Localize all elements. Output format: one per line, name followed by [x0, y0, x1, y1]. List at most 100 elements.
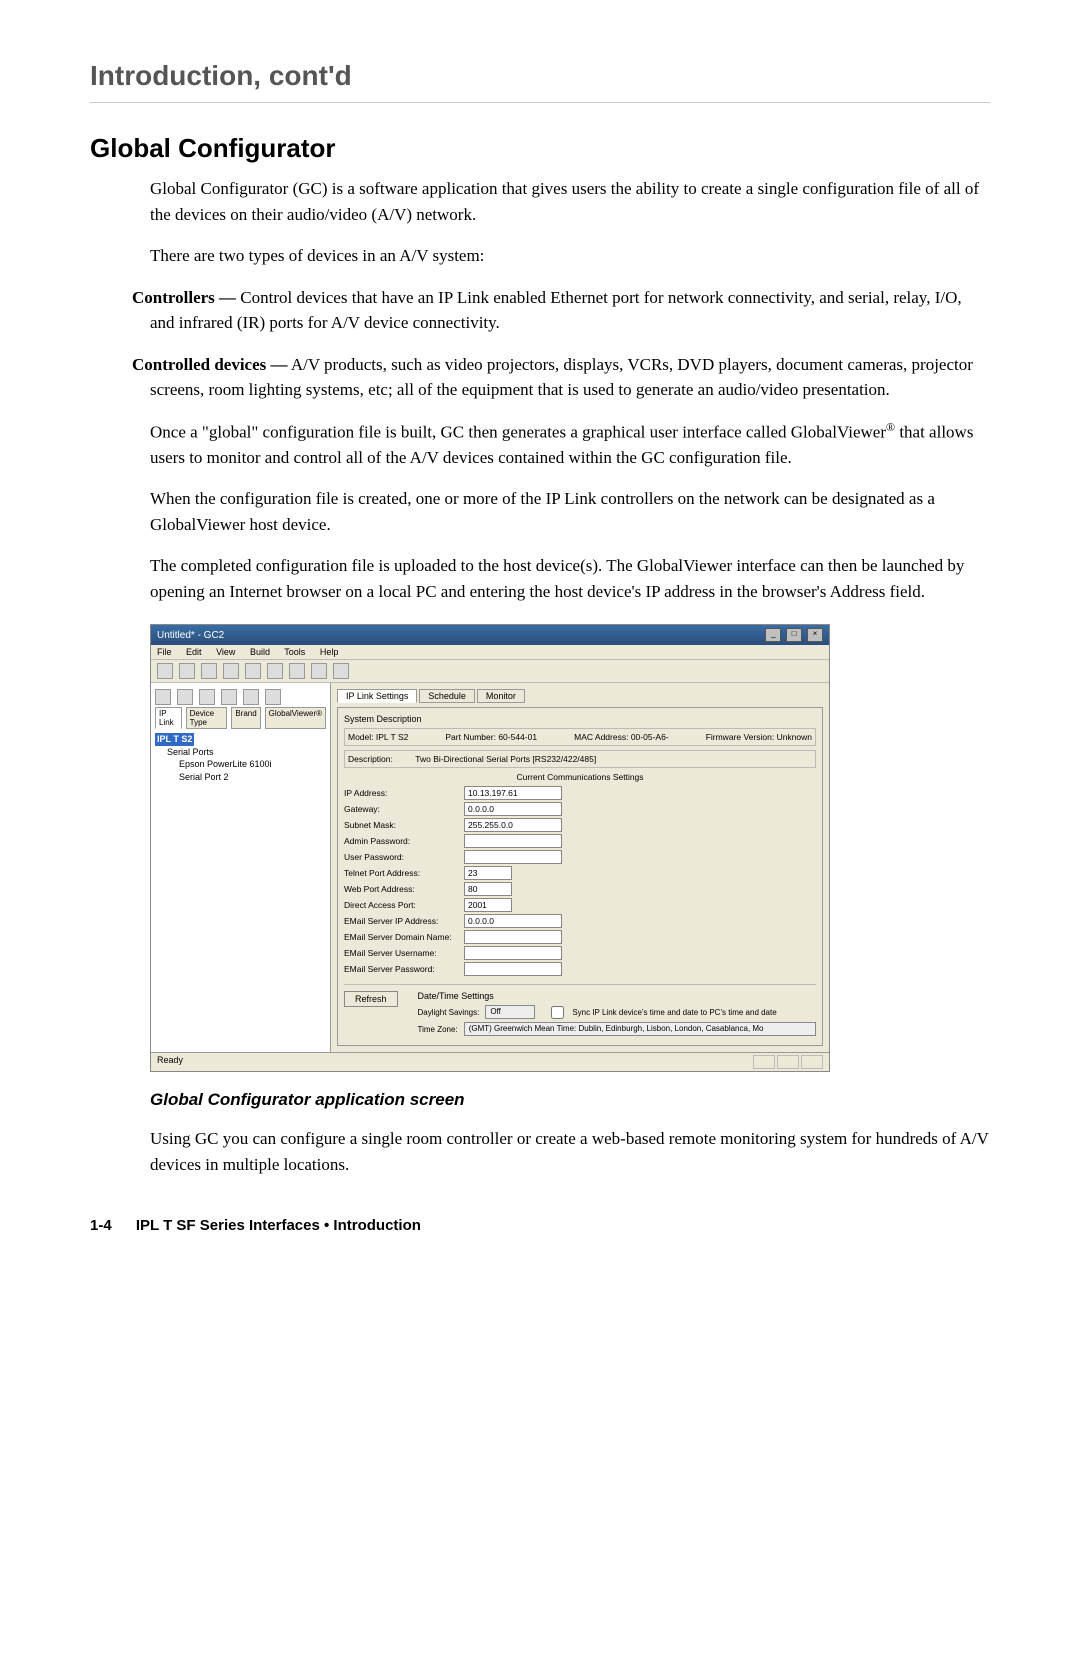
chapter-title: Introduction, cont'd [90, 60, 990, 103]
toolbar-icon[interactable] [311, 663, 327, 679]
timezone-select[interactable]: (GMT) Greenwich Mean Time: Dublin, Edinb… [464, 1022, 816, 1036]
refresh-button[interactable]: Refresh [344, 991, 398, 1007]
close-icon[interactable]: × [807, 628, 823, 642]
paragraph: The completed configuration file is uplo… [150, 553, 990, 604]
paragraph: Global Configurator (GC) is a software a… [150, 176, 990, 227]
right-tabs: IP Link Settings Schedule Monitor [337, 689, 823, 703]
direct-port-label: Direct Access Port: [344, 900, 464, 910]
tab-iplink-settings[interactable]: IP Link Settings [337, 689, 417, 703]
datetime-section: Refresh Date/Time Settings Daylight Savi… [344, 984, 816, 1039]
menu-file[interactable]: File [157, 647, 172, 657]
left-toolbar-icon[interactable] [199, 689, 215, 705]
left-toolbar-icon[interactable] [243, 689, 259, 705]
tree-item[interactable]: Epson PowerLite 6100i [179, 758, 326, 771]
telnet-field[interactable]: 23 [464, 866, 512, 880]
toolbar-icon[interactable] [333, 663, 349, 679]
tab-brand[interactable]: Brand [231, 707, 260, 729]
daylight-select[interactable]: Off [485, 1005, 535, 1019]
page-footer: 1-4 IPL T SF Series Interfaces • Introdu… [90, 1217, 990, 1234]
window-title: Untitled* - GC2 [157, 630, 224, 641]
ip-field[interactable]: 10.13.197.61 [464, 786, 562, 800]
tree-item[interactable]: Serial Ports [167, 746, 326, 759]
admin-pw-label: Admin Password: [344, 836, 464, 846]
footer-text: IPL T SF Series Interfaces • Introductio… [136, 1217, 421, 1234]
term: Controlled devices — [132, 355, 288, 374]
email-ip-label: EMail Server IP Address: [344, 916, 464, 926]
statusbar: Ready [151, 1052, 829, 1071]
datetime-header: Date/Time Settings [418, 991, 816, 1001]
toolbar-icon[interactable] [267, 663, 283, 679]
left-toolbar-icon[interactable] [221, 689, 237, 705]
settings-panel: System Description Model: IPL T S2 Part … [337, 707, 823, 1046]
maximize-icon[interactable]: □ [786, 628, 802, 642]
toolbar-icon[interactable] [179, 663, 195, 679]
tree-item[interactable]: Serial Port 2 [179, 771, 326, 784]
toolbar-icon[interactable] [289, 663, 305, 679]
toolbar [151, 660, 829, 683]
ip-label: IP Address: [344, 788, 464, 798]
telnet-label: Telnet Port Address: [344, 868, 464, 878]
email-domain-label: EMail Server Domain Name: [344, 932, 464, 942]
email-ip-field[interactable]: 0.0.0.0 [464, 914, 562, 928]
device-tree: IPL T S2 Serial Ports Epson PowerLite 61… [155, 733, 326, 783]
comm-settings-header: Current Communications Settings [344, 772, 816, 782]
toolbar-icon[interactable] [201, 663, 217, 679]
sync-label: Sync IP Link device's time and date to P… [572, 1008, 776, 1017]
tab-globalviewer[interactable]: GlobalViewer® [265, 707, 326, 729]
email-pw-field[interactable] [464, 962, 562, 976]
menu-view[interactable]: View [216, 647, 235, 657]
gateway-label: Gateway: [344, 804, 464, 814]
tree-root[interactable]: IPL T S2 [155, 733, 194, 746]
definition-controlled-devices: Controlled devices — A/V products, such … [150, 352, 990, 403]
menu-tools[interactable]: Tools [284, 647, 305, 657]
left-toolbar-icon[interactable] [155, 689, 171, 705]
gc-screenshot: Untitled* - GC2 _ □ × File Edit View Bui… [150, 624, 830, 1072]
minimize-icon[interactable]: _ [765, 628, 781, 642]
toolbar-icon[interactable] [223, 663, 239, 679]
user-pw-label: User Password: [344, 852, 464, 862]
paragraph: When the configuration file is created, … [150, 486, 990, 537]
left-panel: IP Link Device Type Brand GlobalViewer® … [151, 683, 331, 1052]
window-titlebar: Untitled* - GC2 _ □ × [151, 625, 829, 645]
intro-content: Global Configurator (GC) is a software a… [150, 176, 990, 604]
left-tabs: IP Link Device Type Brand GlobalViewer® [155, 707, 326, 729]
page-number: 1-4 [90, 1217, 112, 1234]
tab-monitor[interactable]: Monitor [477, 689, 525, 703]
web-port-field[interactable]: 80 [464, 882, 512, 896]
subnet-label: Subnet Mask: [344, 820, 464, 830]
email-domain-field[interactable] [464, 930, 562, 944]
gateway-field[interactable]: 0.0.0.0 [464, 802, 562, 816]
email-pw-label: EMail Server Password: [344, 964, 464, 974]
menu-build[interactable]: Build [250, 647, 270, 657]
status-text: Ready [157, 1055, 183, 1069]
subnet-field[interactable]: 255.255.0.0 [464, 818, 562, 832]
sync-checkbox[interactable] [551, 1006, 564, 1019]
right-panel: IP Link Settings Schedule Monitor System… [331, 683, 829, 1052]
direct-port-field[interactable]: 2001 [464, 898, 512, 912]
daylight-label: Daylight Savings: [418, 1008, 480, 1017]
tab-schedule[interactable]: Schedule [419, 689, 475, 703]
timezone-label: Time Zone: [418, 1025, 458, 1034]
email-user-field[interactable] [464, 946, 562, 960]
user-pw-field[interactable] [464, 850, 562, 864]
device-desc-row: Description: Two Bi-Directional Serial P… [344, 750, 816, 768]
admin-pw-field[interactable] [464, 834, 562, 848]
tab-iplink[interactable]: IP Link [155, 707, 182, 729]
left-toolbar-icon[interactable] [177, 689, 193, 705]
menu-edit[interactable]: Edit [186, 647, 202, 657]
toolbar-icon[interactable] [157, 663, 173, 679]
window-buttons: _ □ × [763, 628, 823, 642]
menu-help[interactable]: Help [320, 647, 339, 657]
figure-caption: Global Configurator application screen [150, 1090, 990, 1110]
definition-body: Control devices that have an IP Link ena… [150, 288, 962, 333]
email-user-label: EMail Server Username: [344, 948, 464, 958]
toolbar-icon[interactable] [245, 663, 261, 679]
left-toolbar-icon[interactable] [265, 689, 281, 705]
definition-controllers: Controllers — Control devices that have … [150, 285, 990, 336]
web-port-label: Web Port Address: [344, 884, 464, 894]
tab-devicetype[interactable]: Device Type [186, 707, 228, 729]
paragraph: Once a "global" configuration file is bu… [150, 419, 990, 471]
term: Controllers — [132, 288, 236, 307]
registered-mark: ® [886, 420, 895, 434]
section-title: Global Configurator [90, 133, 990, 164]
